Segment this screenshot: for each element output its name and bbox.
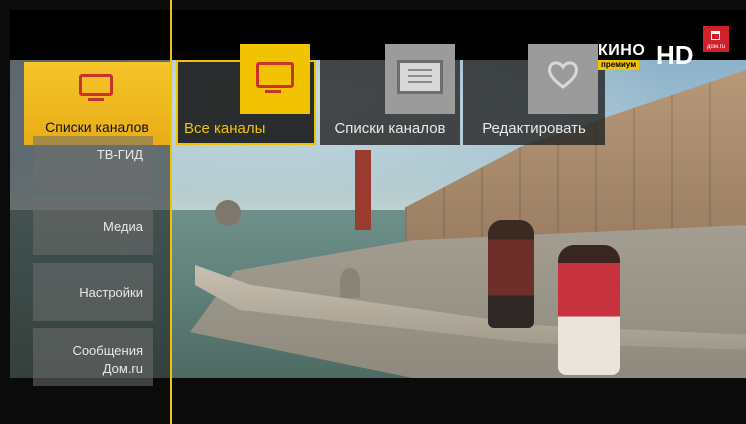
sidebar-item-media[interactable]: Медиа [33,197,153,255]
tile-icon-box [528,44,598,114]
house-icon [711,31,720,40]
kino-wordmark: КИНО [598,42,646,59]
tile-edit[interactable]: Редактировать [463,44,605,145]
tv-icon [256,62,294,93]
tv-icon [79,74,113,101]
video-stone-ball [215,200,241,226]
provider-logo: дом.ru [703,26,729,52]
tile-label: Списки каналов [334,120,446,137]
sidebar-item-tv-guide[interactable]: ТВ-ГИД [33,136,153,190]
sidebar-item-label: Настройки [79,285,143,300]
sidebar-item-settings[interactable]: Настройки [33,263,153,321]
sidebar-item-messages[interactable]: Сообщения Дом.ru [33,328,153,386]
video-bollard [340,268,360,298]
tile-channel-lists[interactable]: Списки каналов [320,44,460,145]
sidebar-divider [170,0,172,424]
sidebar-item-label: Медиа [103,219,143,234]
sidebar-item-label: Списки каналов [45,119,149,135]
premium-badge: премиум [598,60,640,70]
video-rostral-column [355,150,371,230]
heart-icon [548,61,578,89]
tile-label: Редактировать [482,120,586,137]
video-person-red-jacket [558,245,620,375]
video-person-sitting [488,220,534,328]
tile-label: Все каналы [184,120,266,137]
sidebar-item-channel-lists[interactable]: Списки каналов [24,62,170,145]
channel-logo: КИНО премиум HD [598,40,710,72]
tile-icon-box [385,44,455,114]
hd-wordmark: HD [656,40,694,70]
tv-menu-screen: Списки каналов ТВ-ГИД Медиа Настройки Со… [0,0,746,424]
provider-logo-text: дом.ru [707,44,725,50]
list-icon [397,60,443,94]
tile-all-channels[interactable]: Все каналы [176,44,316,145]
sidebar-item-label: Сообщения Дом.ru [72,343,143,376]
tile-icon-box [240,44,310,114]
sidebar-item-label: ТВ-ГИД [96,147,143,162]
